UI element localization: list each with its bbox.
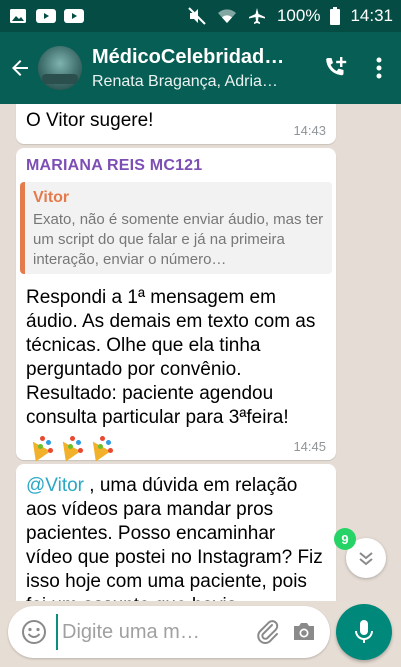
chat-header: MédicoCelebridad… Renata Bragança, Adria…	[0, 32, 401, 104]
back-button[interactable]	[2, 48, 38, 88]
airplane-icon	[247, 8, 267, 24]
message-bubble[interactable]: MARIANA REIS MC121 Vitor Exato, não é so…	[16, 148, 336, 460]
message-time: 14:43	[293, 123, 326, 138]
quoted-text: Exato, não é somente enviar áudio, mas t…	[33, 211, 324, 268]
message-sender[interactable]: MARIANA REIS MC121	[26, 157, 202, 175]
add-call-button[interactable]	[313, 44, 357, 92]
more-vert-icon	[376, 57, 382, 79]
add-call-icon	[326, 57, 347, 76]
emoji-button[interactable]	[16, 614, 52, 650]
message-text: O Vitor sugere!	[26, 110, 154, 131]
message-bubble[interactable]: @Vitor , uma dúvida em relação aos vídeo…	[16, 464, 336, 601]
battery-icon	[330, 7, 341, 25]
camera-button[interactable]	[286, 614, 322, 650]
message-text: @Vitor , uma dúvida em relação aos vídeo…	[26, 474, 326, 601]
youtube-icon	[36, 8, 56, 24]
mic-icon	[355, 620, 373, 643]
attach-icon	[257, 620, 279, 644]
party-popper-icon	[86, 434, 112, 460]
more-options-button[interactable]	[357, 44, 401, 92]
emoji-row	[26, 434, 116, 466]
mute-icon	[187, 7, 207, 25]
message-composer	[8, 606, 330, 658]
image-icon	[8, 8, 28, 24]
chat-info[interactable]: MédicoCelebridad… Renata Bragança, Adria…	[92, 46, 313, 91]
party-popper-icon	[56, 434, 82, 460]
attach-button[interactable]	[250, 614, 286, 650]
battery-level: 100%	[276, 6, 321, 25]
status-bar: 100% 14:31	[0, 0, 401, 32]
chat-title: MédicoCelebridad…	[92, 45, 285, 68]
clock: 14:31	[350, 6, 393, 25]
message-text: Respondi a 1ª mensagem em áudio. As dema…	[26, 287, 316, 428]
unread-count-badge: 9	[334, 528, 356, 550]
mention-link[interactable]: @Vitor	[26, 475, 84, 496]
quoted-author: Vitor	[33, 189, 70, 206]
quoted-message[interactable]: Vitor Exato, não é somente enviar áudio,…	[20, 182, 332, 274]
camera-icon	[294, 623, 314, 640]
voice-record-button[interactable]	[336, 604, 392, 660]
wifi-icon	[217, 8, 237, 24]
youtube-icon	[64, 8, 84, 24]
back-arrow-icon	[12, 60, 28, 76]
message-time: 14:45	[293, 439, 326, 454]
group-avatar[interactable]	[38, 46, 82, 90]
message-bubble[interactable]: O Vitor sugere! 14:43	[16, 104, 336, 144]
party-popper-icon	[26, 434, 52, 460]
emoji-icon	[22, 620, 46, 644]
message-input[interactable]	[56, 614, 250, 650]
chat-members: Renata Bragança, Adria…	[92, 72, 278, 90]
chevron-down-double-icon	[359, 552, 373, 566]
chat-area[interactable]: O Vitor sugere! 14:43 MARIANA REIS MC121…	[0, 104, 401, 601]
